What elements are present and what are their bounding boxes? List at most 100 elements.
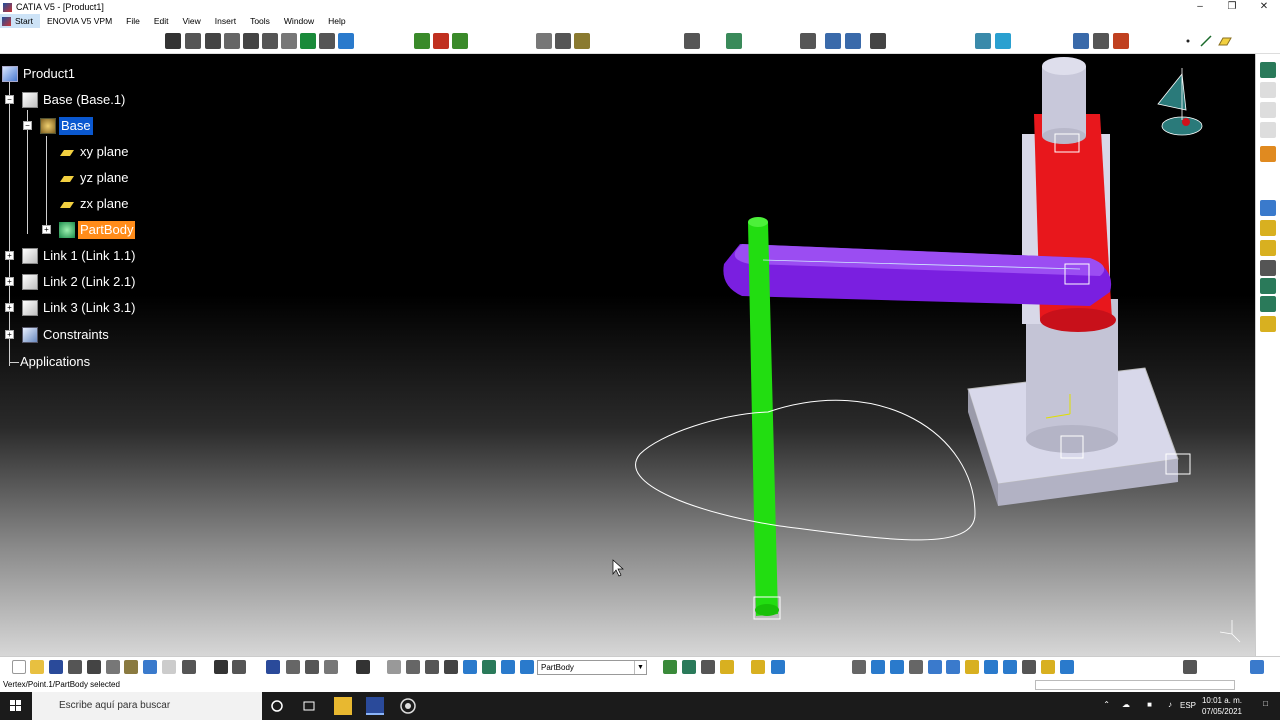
knowledge-icon[interactable] — [232, 660, 246, 674]
quick-view-icon[interactable] — [501, 660, 515, 674]
assembly-design-icon[interactable] — [701, 660, 715, 674]
compile-icon[interactable] — [305, 660, 319, 674]
select-arrow-icon[interactable] — [1260, 146, 1276, 162]
tree-collapse-base-instance-icon[interactable]: − — [5, 95, 14, 104]
fix-constraint-icon[interactable] — [165, 33, 181, 49]
fit-all-icon[interactable] — [425, 660, 439, 674]
toolbox-icon[interactable] — [1183, 660, 1197, 674]
hole-icon[interactable] — [1260, 278, 1276, 294]
angle-constraint-icon[interactable] — [243, 33, 259, 49]
insert-component-icon[interactable] — [1260, 82, 1276, 98]
new-part-icon[interactable] — [452, 33, 468, 49]
pad-icon[interactable] — [1260, 200, 1276, 216]
manipulation-icon[interactable] — [536, 33, 552, 49]
task-view-icon[interactable] — [300, 697, 318, 715]
graph-tree-icon[interactable] — [1260, 122, 1276, 138]
menu-window[interactable]: Window — [277, 14, 321, 28]
part-design-icon[interactable] — [682, 660, 696, 674]
catalog-browser-icon[interactable] — [286, 660, 300, 674]
menu-help[interactable]: Help — [321, 14, 352, 28]
shaft-icon[interactable] — [1260, 240, 1276, 256]
close-icon[interactable]: ✕ — [1248, 0, 1280, 14]
camera-icon[interactable] — [356, 660, 370, 674]
notifications-icon[interactable]: □ — [1263, 699, 1268, 708]
search-icon[interactable] — [870, 33, 886, 49]
volume-icon[interactable]: ♪ — [1168, 700, 1172, 709]
snap-icon[interactable] — [555, 33, 571, 49]
active-body-select[interactable]: PartBody ▼ — [537, 660, 647, 675]
whats-this-icon[interactable] — [182, 660, 196, 674]
menu-enovia[interactable]: ENOVIA V5 VPM — [40, 14, 119, 28]
new-component-icon[interactable] — [414, 33, 430, 49]
replace-component-icon[interactable] — [1260, 102, 1276, 118]
tray-chevron-icon[interactable]: ⌃ — [1103, 700, 1110, 709]
grid-icon[interactable] — [845, 33, 861, 49]
shading-edges-icon[interactable] — [1003, 660, 1017, 674]
analysis-icon[interactable] — [720, 660, 734, 674]
hide-show-icon[interactable] — [751, 660, 765, 674]
explode-icon[interactable] — [574, 33, 590, 49]
menu-view[interactable]: View — [176, 14, 208, 28]
rib-icon[interactable] — [1260, 296, 1276, 312]
design-table-icon[interactable] — [324, 660, 338, 674]
formula-icon[interactable] — [214, 660, 228, 674]
groove-icon[interactable] — [1260, 260, 1276, 276]
open-file-icon[interactable] — [30, 660, 44, 674]
change-constraint-icon[interactable] — [319, 33, 335, 49]
table-icon[interactable] — [266, 660, 280, 674]
sketcher-icon[interactable] — [663, 660, 677, 674]
slot-icon[interactable] — [1260, 316, 1276, 332]
cut-icon[interactable] — [87, 660, 101, 674]
chevron-down-icon[interactable]: ▼ — [634, 661, 646, 674]
cortana-icon[interactable] — [268, 697, 286, 715]
tree-node-link1[interactable]: Link 1 (Link 1.1) — [22, 246, 138, 266]
tree-node-xy-plane[interactable]: xy plane — [59, 142, 130, 162]
fly-mode-icon[interactable] — [387, 660, 401, 674]
tree-expand-link3-icon[interactable]: + — [5, 303, 14, 312]
zoom-area-icon[interactable] — [444, 660, 458, 674]
redo-icon[interactable] — [162, 660, 176, 674]
distance-band-icon[interactable] — [1093, 33, 1109, 49]
pan-icon[interactable] — [406, 660, 420, 674]
new-file-icon[interactable] — [12, 660, 26, 674]
sketch-icon[interactable] — [684, 33, 700, 49]
tree-node-link3[interactable]: Link 3 (Link 3.1) — [22, 298, 138, 318]
tree-collapse-base-part-icon[interactable]: − — [23, 121, 32, 130]
zoom-in-icon[interactable] — [909, 660, 923, 674]
top-cap[interactable] — [1042, 66, 1086, 136]
tree-node-zx-plane[interactable]: zx plane — [59, 194, 130, 214]
tree-node-base-part[interactable]: Base — [40, 116, 93, 136]
offset-constraint-icon[interactable] — [224, 33, 240, 49]
menu-insert[interactable]: Insert — [208, 14, 243, 28]
reuse-pattern-icon[interactable] — [338, 33, 354, 49]
measure-icon[interactable] — [726, 33, 742, 49]
render-style-icon[interactable] — [852, 660, 866, 674]
rotate-icon[interactable] — [890, 660, 904, 674]
print-icon[interactable] — [68, 660, 82, 674]
menu-file[interactable]: File — [119, 14, 147, 28]
lighting-icon[interactable] — [1041, 660, 1055, 674]
tree-node-constraints[interactable]: Constraints — [22, 325, 111, 345]
swap-space-icon[interactable] — [771, 660, 785, 674]
scenes-icon[interactable] — [975, 33, 991, 49]
isometric-view-icon[interactable] — [871, 660, 885, 674]
menu-tools[interactable]: Tools — [243, 14, 277, 28]
paste-icon[interactable] — [124, 660, 138, 674]
power-input-field[interactable] — [1035, 680, 1235, 690]
workbench-icon[interactable] — [1260, 62, 1276, 78]
new-product-icon[interactable] — [433, 33, 449, 49]
3d-viewport[interactable]: Product1 − Base (Base.1) − Base xy plane… — [0, 54, 1255, 656]
file-explorer-icon[interactable] — [334, 697, 352, 715]
front-view-icon[interactable] — [984, 660, 998, 674]
tree-expand-link1-icon[interactable]: + — [5, 251, 14, 260]
tree-expand-link2-icon[interactable]: + — [5, 277, 14, 286]
point-icon[interactable] — [1180, 33, 1196, 49]
wireframe-icon[interactable] — [1022, 660, 1036, 674]
bill-of-material-icon[interactable] — [825, 33, 841, 49]
trajectory-curve[interactable] — [635, 399, 976, 541]
coincidence-constraint-icon[interactable] — [185, 33, 201, 49]
tree-expand-partbody-icon[interactable]: + — [42, 225, 51, 234]
compass-icon[interactable] — [1157, 68, 1203, 136]
tree-node-applications[interactable]: Applications — [18, 352, 92, 372]
plane-icon[interactable] — [1217, 33, 1233, 49]
